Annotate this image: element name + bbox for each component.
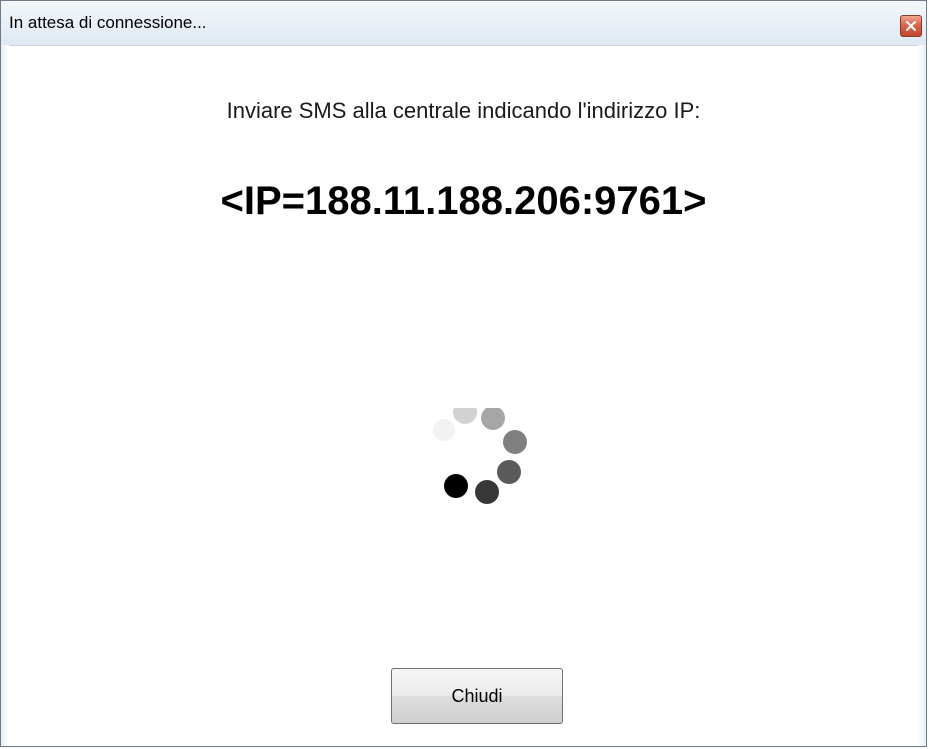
dialog-window: In attesa di connessione... Inviare SMS … xyxy=(0,0,927,747)
title-bar[interactable]: In attesa di connessione... xyxy=(1,1,926,46)
close-icon xyxy=(906,21,916,31)
window-frame-left xyxy=(1,45,9,746)
chiudi-button[interactable]: Chiudi xyxy=(391,668,563,724)
window-close-button[interactable] xyxy=(900,15,922,37)
instruction-text: Inviare SMS alla centrale indicando l'in… xyxy=(226,98,701,123)
window-title: In attesa di connessione... xyxy=(9,13,207,32)
dialog-content: Inviare SMS alla centrale indicando l'in… xyxy=(9,46,918,746)
spinner-dot xyxy=(433,419,455,441)
loading-spinner-icon xyxy=(429,400,549,528)
spinner-dot xyxy=(453,400,477,424)
spinner-dot xyxy=(444,474,468,498)
spinner-dot xyxy=(497,460,521,484)
window-frame-right xyxy=(918,45,926,746)
spinner-dot xyxy=(481,406,505,430)
spinner-dot xyxy=(475,480,499,504)
spinner-dot xyxy=(503,430,527,454)
ip-address-text: <IP=188.11.188.206:9761> xyxy=(220,179,707,223)
